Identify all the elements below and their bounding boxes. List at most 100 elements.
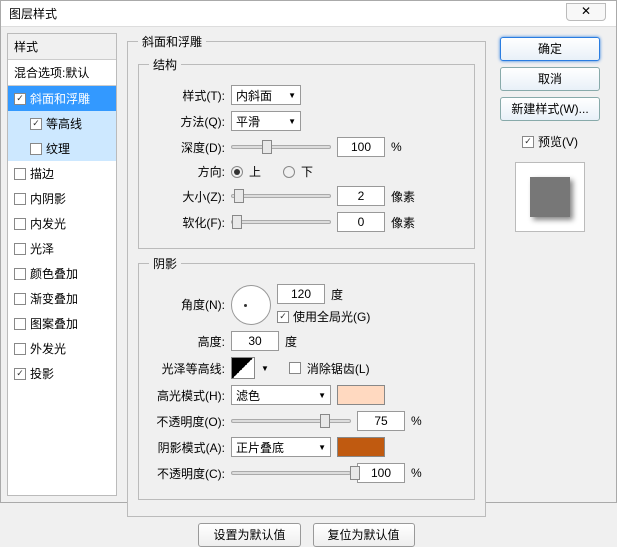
- style-item-checkbox[interactable]: [30, 143, 42, 155]
- style-list-header: 样式: [8, 34, 116, 60]
- highlight-opacity-input[interactable]: 75: [357, 411, 405, 431]
- highlight-mode-combo[interactable]: 滤色: [231, 385, 331, 405]
- cancel-button[interactable]: 取消: [500, 67, 600, 91]
- depth-unit: %: [391, 140, 421, 154]
- shadow-color-swatch[interactable]: [337, 437, 385, 457]
- direction-down-label: 下: [301, 163, 313, 180]
- antialias-checkbox[interactable]: [289, 362, 301, 374]
- direction-up-label: 上: [249, 163, 261, 180]
- bevel-group-title: 斜面和浮雕: [138, 33, 206, 50]
- layer-style-dialog: 图层样式 ✕ 样式 混合选项:默认 斜面和浮雕等高线纹理描边内阴影内发光光泽颜色…: [0, 0, 617, 503]
- structure-group: 结构 样式(T): 内斜面 方法(Q): 平滑 深度(D): 100 %: [138, 56, 475, 249]
- style-item-label: 颜色叠加: [30, 265, 78, 282]
- direction-up-radio[interactable]: [231, 166, 243, 178]
- new-style-button[interactable]: 新建样式(W)...: [500, 97, 600, 121]
- style-item[interactable]: 渐变叠加: [8, 286, 116, 311]
- make-default-button[interactable]: 设置为默认值: [198, 523, 300, 547]
- depth-label: 深度(D):: [149, 139, 225, 156]
- style-item-checkbox[interactable]: [14, 93, 26, 105]
- style-item-checkbox[interactable]: [14, 368, 26, 380]
- soften-slider[interactable]: [231, 220, 331, 224]
- angle-label: 角度(N):: [149, 296, 225, 313]
- style-item-label: 纹理: [46, 140, 70, 157]
- method-label: 方法(Q):: [149, 113, 225, 130]
- style-item-label: 内发光: [30, 215, 66, 232]
- style-item-label: 光泽: [30, 240, 54, 257]
- size-input[interactable]: 2: [337, 186, 385, 206]
- depth-slider[interactable]: [231, 145, 331, 149]
- highlight-mode-label: 高光模式(H):: [149, 387, 225, 404]
- global-light-label: 使用全局光(G): [293, 308, 370, 325]
- preview-swatch: [515, 162, 585, 232]
- style-item-checkbox[interactable]: [14, 243, 26, 255]
- shading-title: 阴影: [149, 255, 181, 272]
- style-item[interactable]: 纹理: [8, 136, 116, 161]
- style-item-label: 描边: [30, 165, 54, 182]
- title-bar: 图层样式 ✕: [1, 1, 616, 27]
- style-item-checkbox[interactable]: [14, 168, 26, 180]
- dialog-title: 图层样式: [9, 5, 57, 22]
- bevel-group: 斜面和浮雕 结构 样式(T): 内斜面 方法(Q): 平滑 深度(D): 100: [127, 33, 486, 517]
- style-item[interactable]: 光泽: [8, 236, 116, 261]
- size-unit: 像素: [391, 188, 421, 205]
- ok-button[interactable]: 确定: [500, 37, 600, 61]
- style-item-checkbox[interactable]: [14, 293, 26, 305]
- style-item-checkbox[interactable]: [14, 268, 26, 280]
- shadow-mode-combo[interactable]: 正片叠底: [231, 437, 331, 457]
- blend-options-item[interactable]: 混合选项:默认: [8, 60, 116, 86]
- pct-unit-2: %: [411, 466, 422, 480]
- style-item[interactable]: 等高线: [8, 111, 116, 136]
- style-list: 样式 混合选项:默认 斜面和浮雕等高线纹理描边内阴影内发光光泽颜色叠加渐变叠加图…: [7, 33, 117, 496]
- direction-label: 方向:: [149, 163, 225, 180]
- shadow-opacity-input[interactable]: 100: [357, 463, 405, 483]
- size-slider[interactable]: [231, 194, 331, 198]
- style-item-label: 渐变叠加: [30, 290, 78, 307]
- gloss-contour-label: 光泽等高线:: [149, 360, 225, 377]
- soften-label: 软化(F):: [149, 214, 225, 231]
- gloss-contour-picker[interactable]: [231, 357, 255, 379]
- shadow-mode-label: 阴影模式(A):: [149, 439, 225, 456]
- shading-group: 阴影 角度(N): 120 度 使用全局光(G): [138, 255, 475, 500]
- depth-input[interactable]: 100: [337, 137, 385, 157]
- style-item-checkbox[interactable]: [14, 193, 26, 205]
- preview-label: 预览(V): [538, 133, 578, 150]
- style-item[interactable]: 颜色叠加: [8, 261, 116, 286]
- preview-checkbox[interactable]: [522, 136, 534, 148]
- antialias-label: 消除锯齿(L): [307, 360, 370, 377]
- altitude-input[interactable]: 30: [231, 331, 279, 351]
- style-item-checkbox[interactable]: [30, 118, 42, 130]
- right-buttons: 确定 取消 新建样式(W)... 预览(V): [490, 33, 610, 496]
- style-item[interactable]: 描边: [8, 161, 116, 186]
- style-item[interactable]: 内发光: [8, 211, 116, 236]
- style-item-checkbox[interactable]: [14, 343, 26, 355]
- angle-input[interactable]: 120: [277, 284, 325, 304]
- style-item[interactable]: 内阴影: [8, 186, 116, 211]
- soften-input[interactable]: 0: [337, 212, 385, 232]
- style-item[interactable]: 斜面和浮雕: [8, 86, 116, 111]
- highlight-opacity-slider[interactable]: [231, 419, 351, 423]
- global-light-checkbox[interactable]: [277, 311, 289, 323]
- style-item-label: 斜面和浮雕: [30, 90, 90, 107]
- style-item[interactable]: 外发光: [8, 336, 116, 361]
- style-item-checkbox[interactable]: [14, 218, 26, 230]
- highlight-color-swatch[interactable]: [337, 385, 385, 405]
- style-combo[interactable]: 内斜面: [231, 85, 301, 105]
- reset-default-button[interactable]: 复位为默认值: [313, 523, 415, 547]
- highlight-opacity-label: 不透明度(O):: [149, 413, 225, 430]
- style-item[interactable]: 投影: [8, 361, 116, 386]
- altitude-label: 高度:: [149, 333, 225, 350]
- style-item[interactable]: 图案叠加: [8, 311, 116, 336]
- angle-unit: 度: [331, 286, 343, 303]
- style-item-label: 投影: [30, 365, 54, 382]
- pct-unit: %: [411, 414, 422, 428]
- style-label: 样式(T):: [149, 87, 225, 104]
- close-button[interactable]: ✕: [566, 3, 606, 21]
- size-label: 大小(Z):: [149, 188, 225, 205]
- method-combo[interactable]: 平滑: [231, 111, 301, 131]
- angle-wheel[interactable]: [231, 285, 271, 325]
- style-item-checkbox[interactable]: [14, 318, 26, 330]
- structure-title: 结构: [149, 56, 181, 73]
- shadow-opacity-slider[interactable]: [231, 471, 351, 475]
- direction-down-radio[interactable]: [283, 166, 295, 178]
- shadow-opacity-label: 不透明度(C):: [149, 465, 225, 482]
